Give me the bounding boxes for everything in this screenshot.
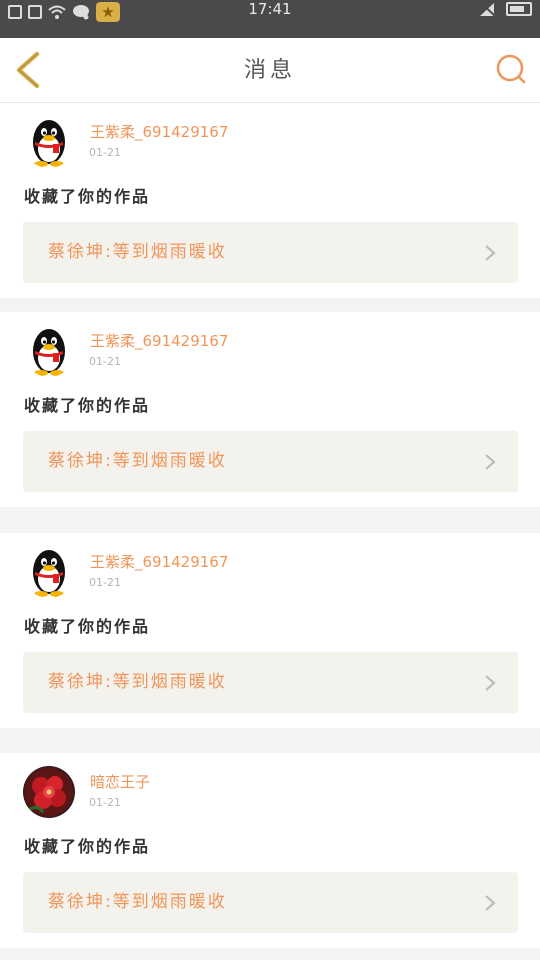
chevron-right-icon [485, 245, 496, 261]
no-signal-icon [479, 1, 496, 17]
chevron-right-icon [485, 454, 496, 470]
message-date: 01-21 [89, 576, 121, 589]
action-text: 收藏了你的作品 [24, 187, 151, 206]
work-link[interactable]: 蔡徐坤:等到烟雨暖收 [23, 872, 518, 933]
work-link[interactable]: 蔡徐坤:等到烟雨暖收 [23, 222, 518, 283]
action-text: 收藏了你的作品 [24, 617, 151, 636]
username[interactable]: 王紫柔_691429167 [90, 121, 228, 142]
username[interactable]: 王紫柔_691429167 [90, 330, 228, 351]
action-text: 收藏了你的作品 [24, 837, 151, 856]
chevron-right-icon [485, 895, 496, 911]
penguin-avatar[interactable] [23, 116, 75, 168]
action-text: 收藏了你的作品 [24, 396, 151, 415]
username[interactable]: 王紫柔_691429167 [90, 551, 228, 572]
flower-avatar[interactable] [23, 766, 75, 818]
message-date: 01-21 [89, 146, 121, 159]
work-title: 蔡徐坤:等到烟雨暖收 [48, 672, 227, 692]
status-time: 17:41 [248, 0, 292, 18]
status-bar: ★ 17:41 [0, 0, 540, 38]
message-card: 王紫柔_691429167 01-21 收藏了你的作品 蔡徐坤:等到烟雨暖收 [0, 103, 540, 298]
chevron-right-icon [485, 675, 496, 691]
message-date: 01-21 [89, 796, 121, 809]
status-right-icons [478, 1, 532, 17]
work-link[interactable]: 蔡徐坤:等到烟雨暖收 [23, 652, 518, 713]
work-title: 蔡徐坤:等到烟雨暖收 [48, 451, 227, 471]
message-card: 暗恋王子 01-21 收藏了你的作品 蔡徐坤:等到烟雨暖收 [0, 753, 540, 948]
work-title: 蔡徐坤:等到烟雨暖收 [48, 242, 227, 262]
message-card: 王紫柔_691429167 01-21 收藏了你的作品 蔡徐坤:等到烟雨暖收 [0, 533, 540, 728]
work-title: 蔡徐坤:等到烟雨暖收 [48, 892, 227, 912]
message-date: 01-21 [89, 355, 121, 368]
search-button[interactable] [494, 52, 528, 86]
message-card: 王紫柔_691429167 01-21 收藏了你的作品 蔡徐坤:等到烟雨暖收 [0, 312, 540, 507]
battery-icon [506, 2, 532, 16]
app-header: 消息 [0, 38, 540, 103]
page-title: 消息 [243, 58, 296, 83]
penguin-avatar[interactable] [23, 325, 75, 377]
work-link[interactable]: 蔡徐坤:等到烟雨暖收 [23, 431, 518, 492]
penguin-avatar[interactable] [23, 546, 75, 598]
username[interactable]: 暗恋王子 [90, 771, 150, 792]
